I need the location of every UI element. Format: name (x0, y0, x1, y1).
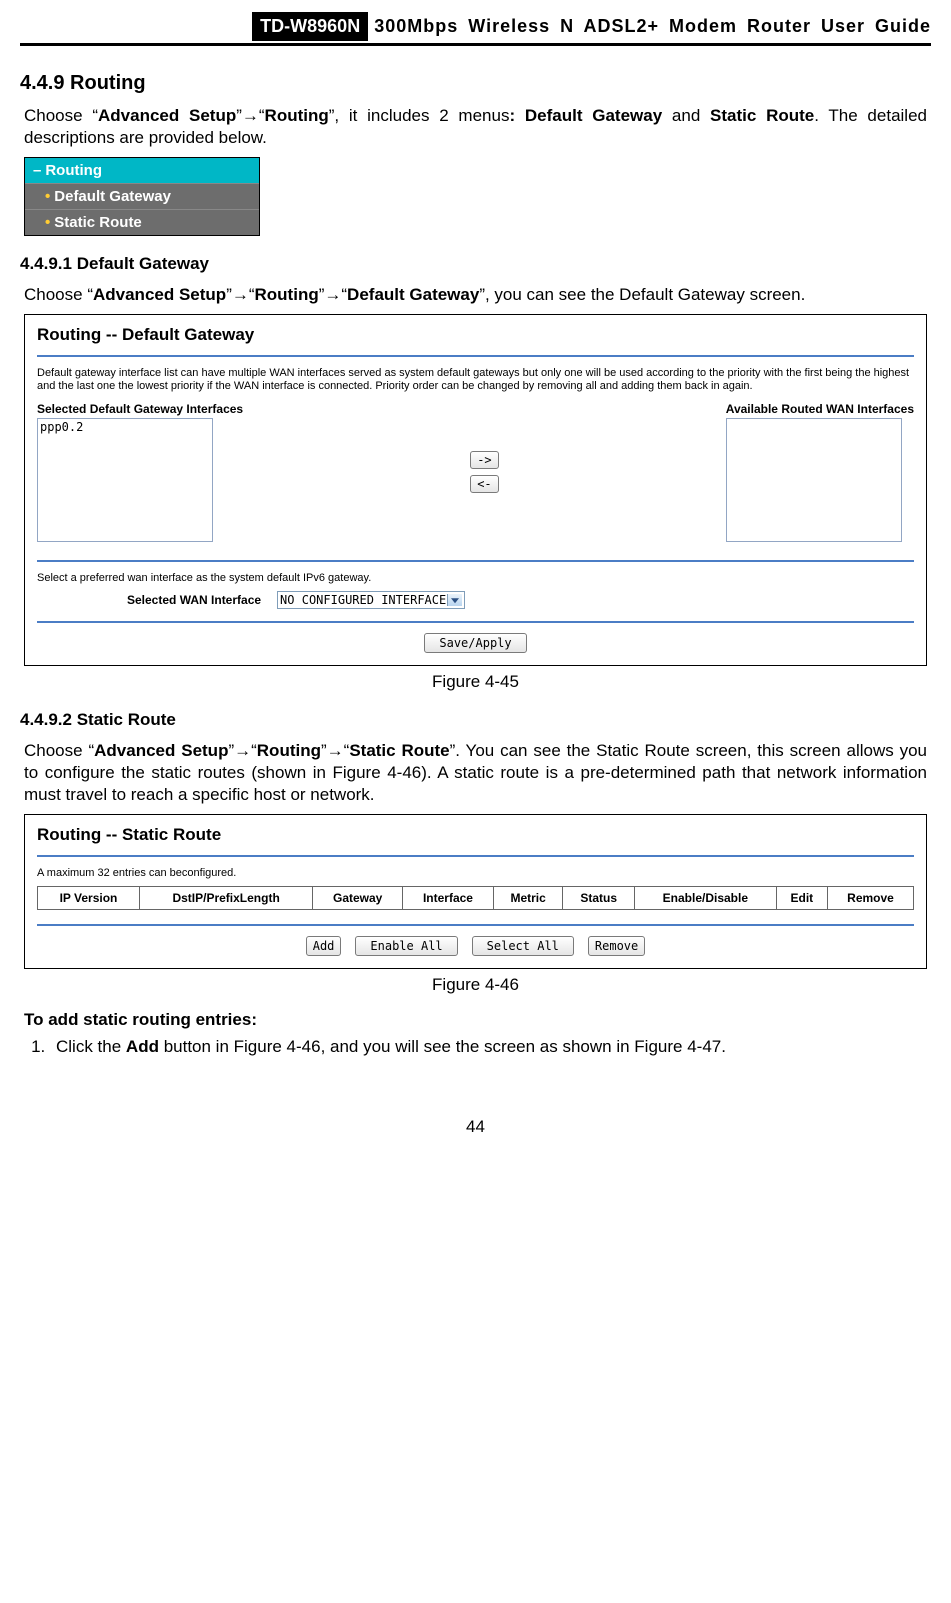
selected-column: Selected Default Gateway Interfaces ppp0… (37, 402, 243, 542)
wan-interface-label: Selected WAN Interface (127, 593, 261, 607)
breadcrumb-advanced-setup: Advanced Setup (94, 741, 228, 760)
text: ”→“ (321, 741, 349, 760)
move-left-button[interactable]: <- (470, 475, 498, 493)
max-entries-text: A maximum 32 entries can beconfigured. (37, 867, 914, 880)
selected-label: Selected Default Gateway Interfaces (37, 402, 243, 416)
figure-4-46-caption: Figure 4-46 (20, 975, 931, 995)
text: ”→“ (228, 741, 256, 760)
text: ”, it includes 2 menus (329, 106, 510, 125)
guide-title: 300Mbps Wireless N ADSL2+ Modem Router U… (374, 16, 931, 37)
nav-item-label: Static Route (54, 214, 142, 231)
add-button[interactable]: Add (306, 936, 342, 956)
divider (37, 924, 914, 926)
bullet-icon: • (45, 214, 50, 231)
section-4-4-9-1-heading: 4.4.9.1 Default Gateway (20, 254, 931, 274)
col-dstip: DstIP/PrefixLength (139, 887, 312, 910)
col-edit: Edit (776, 887, 827, 910)
figure-4-45-caption: Figure 4-45 (20, 672, 931, 692)
add-entries-steps: Click the Add button in Figure 4-46, and… (50, 1037, 927, 1057)
routing-nav: –Routing •Default Gateway •Static Route (24, 157, 260, 236)
panel-description: Default gateway interface list can have … (37, 367, 914, 393)
breadcrumb-advanced-setup: Advanced Setup (98, 106, 236, 125)
col-interface: Interface (403, 887, 494, 910)
model-pill: TD-W8960N (252, 12, 368, 41)
breadcrumb-routing: Routing (257, 741, 321, 760)
text: Choose “ (24, 741, 94, 760)
menus-text: Static Route (710, 106, 814, 125)
chevron-down-icon (451, 598, 459, 603)
save-apply-button[interactable]: Save/Apply (424, 633, 526, 653)
page-header: TD-W8960N 300Mbps Wireless N ADSL2+ Mode… (20, 12, 931, 46)
static-route-panel: Routing -- Static Route A maximum 32 ent… (24, 814, 927, 969)
col-gateway: Gateway (313, 887, 403, 910)
move-right-button[interactable]: -> (470, 451, 498, 469)
breadcrumb-routing: Routing (265, 106, 329, 125)
collapse-dash-icon: – (33, 162, 41, 179)
section-4-4-9-heading: 4.4.9 Routing (20, 72, 931, 95)
available-column: Available Routed WAN Interfaces (726, 402, 914, 542)
section-4-4-9-1-intro: Choose “Advanced Setup”→“Routing”→“Defau… (24, 284, 927, 306)
col-metric: Metric (493, 887, 563, 910)
default-gateway-panel: Routing -- Default Gateway Default gatew… (24, 314, 927, 666)
divider (37, 355, 914, 357)
ipv6-description: Select a preferred wan interface as the … (37, 572, 914, 585)
text: button in Figure 4-46, and you will see … (159, 1037, 726, 1056)
col-enable-disable: Enable/Disable (635, 887, 777, 910)
divider (37, 560, 914, 562)
enable-all-button[interactable]: Enable All (355, 936, 457, 956)
divider (37, 621, 914, 623)
nav-item-default-gateway[interactable]: •Default Gateway (25, 183, 259, 209)
section-4-4-9-2-heading: 4.4.9.2 Static Route (20, 710, 931, 730)
page-number: 44 (20, 1117, 931, 1137)
text: Choose “ (24, 106, 98, 125)
text: Click the (56, 1037, 126, 1056)
col-status: Status (563, 887, 635, 910)
text: ”→“ (236, 106, 264, 125)
panel-title: Routing -- Default Gateway (37, 325, 914, 345)
select-value: NO CONFIGURED INTERFACE (280, 593, 446, 607)
section-4-4-9-intro: Choose “Advanced Setup”→“Routing”, it in… (24, 105, 927, 149)
nav-item-label: Default Gateway (54, 188, 171, 205)
interface-picker-row: Selected Default Gateway Interfaces ppp0… (37, 402, 914, 542)
nav-head-label: Routing (45, 162, 102, 179)
list-item[interactable]: ppp0.2 (40, 420, 210, 434)
breadcrumb-routing: Routing (255, 285, 319, 304)
section-4-4-9-2-intro: Choose “Advanced Setup”→“Routing”→“Stati… (24, 740, 927, 806)
wan-interface-row: Selected WAN Interface NO CONFIGURED INT… (37, 585, 914, 615)
text: ”, you can see the Default Gateway scree… (479, 285, 805, 304)
text: and (662, 106, 710, 125)
nav-item-static-route[interactable]: •Static Route (25, 209, 259, 235)
breadcrumb-static-route: Static Route (349, 741, 449, 760)
text: Choose “ (24, 285, 93, 304)
static-route-buttons: Add Enable All Select All Remove (37, 936, 914, 956)
text: ”→“ (226, 285, 254, 304)
col-remove: Remove (828, 887, 914, 910)
text: ”→“ (319, 285, 347, 304)
breadcrumb-default-gateway: Default Gateway (347, 285, 479, 304)
save-row: Save/Apply (37, 633, 914, 653)
table-header-row: IP Version DstIP/PrefixLength Gateway In… (38, 887, 914, 910)
panel-title: Routing -- Static Route (37, 825, 914, 845)
nav-head-routing[interactable]: –Routing (25, 158, 259, 183)
breadcrumb-advanced-setup: Advanced Setup (93, 285, 226, 304)
menus-text: : Default Gateway (509, 106, 662, 125)
available-label: Available Routed WAN Interfaces (726, 402, 914, 416)
remove-button[interactable]: Remove (588, 936, 645, 956)
static-route-table: IP Version DstIP/PrefixLength Gateway In… (37, 886, 914, 910)
bullet-icon: • (45, 188, 50, 205)
divider (37, 855, 914, 857)
wan-interface-select[interactable]: NO CONFIGURED INTERFACE (277, 591, 465, 609)
select-all-button[interactable]: Select All (472, 936, 574, 956)
col-ip-version: IP Version (38, 887, 140, 910)
add-bold: Add (126, 1037, 159, 1056)
available-interfaces-listbox[interactable] (726, 418, 902, 542)
arrow-buttons: -> <- (470, 451, 498, 493)
step-1: Click the Add button in Figure 4-46, and… (50, 1037, 927, 1057)
add-entries-title: To add static routing entries: (24, 1009, 927, 1031)
selected-interfaces-listbox[interactable]: ppp0.2 (37, 418, 213, 542)
